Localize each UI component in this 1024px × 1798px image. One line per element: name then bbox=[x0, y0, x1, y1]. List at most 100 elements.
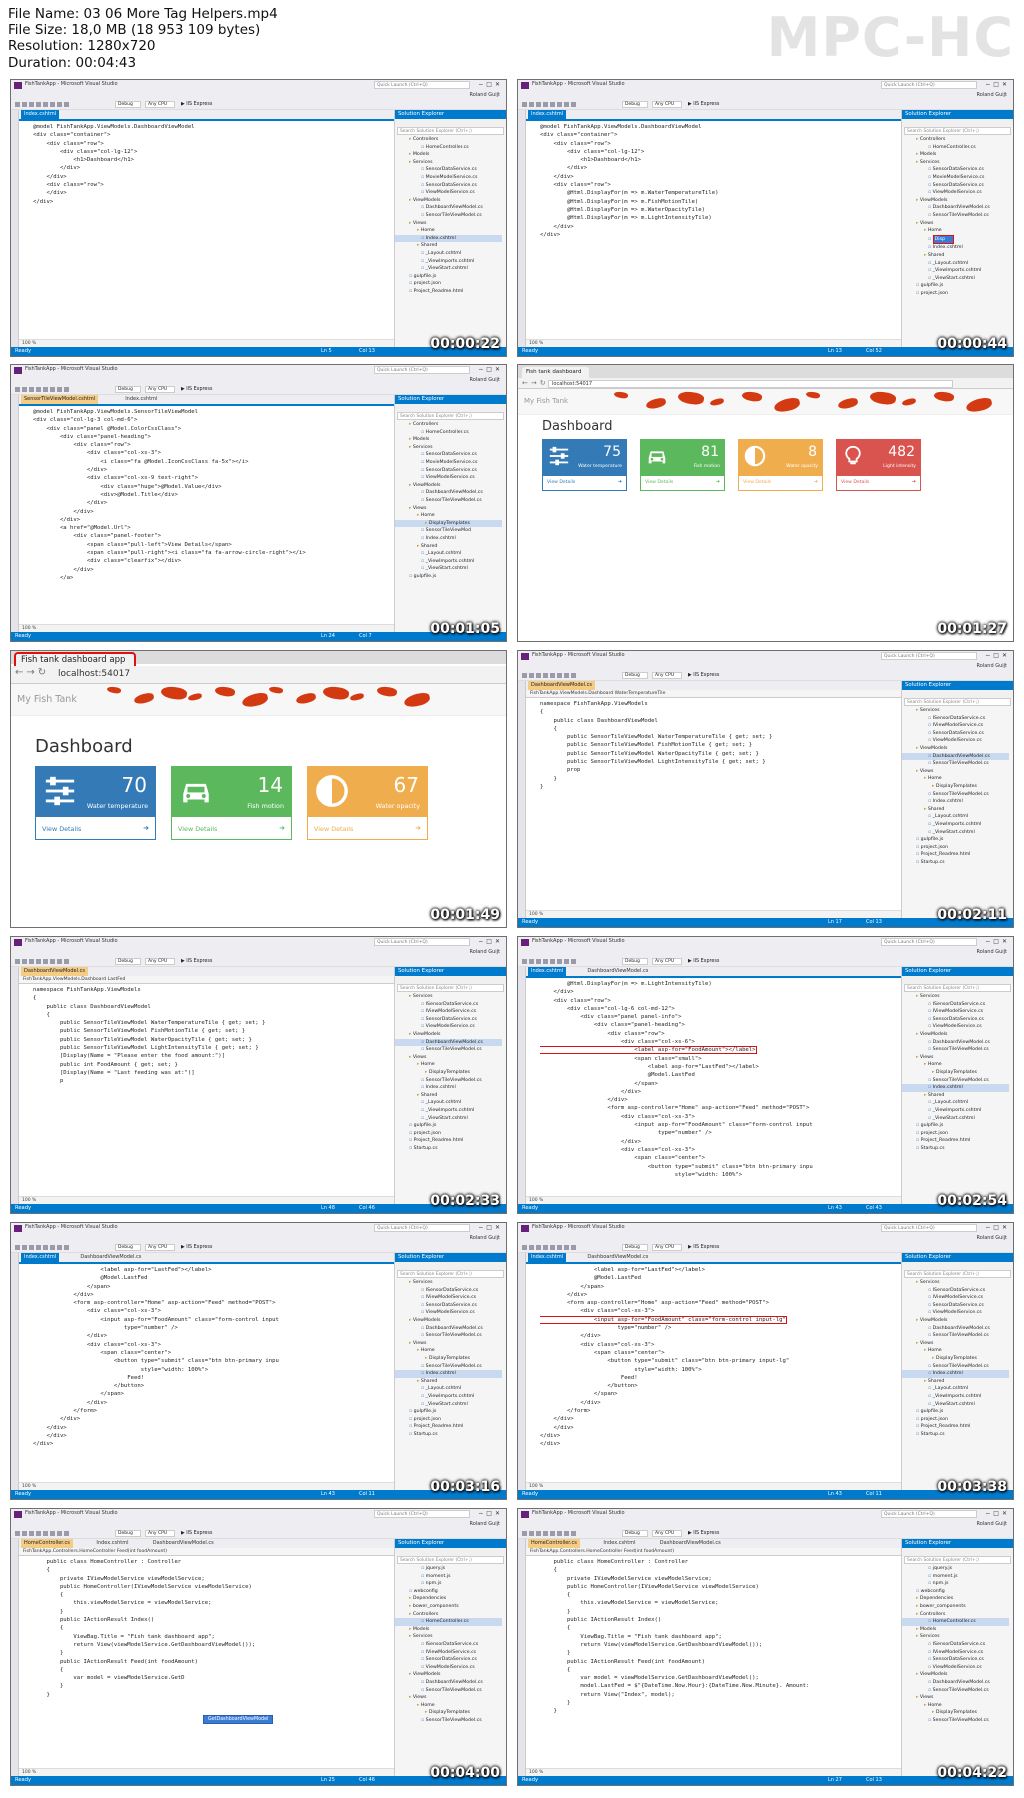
tree-item[interactable]: ▸ Views bbox=[902, 1340, 1009, 1348]
window-controls[interactable]: −□✕ bbox=[478, 1510, 503, 1517]
tree-item[interactable]: ▫ gulpfile.js bbox=[902, 1122, 1009, 1130]
tree-item[interactable]: ▫ SensorDataService.cs bbox=[902, 166, 1009, 174]
tree-item[interactable]: ▸ ViewModels bbox=[395, 197, 502, 205]
quick-launch-input[interactable]: Quick Launch (Ctrl+Q) bbox=[881, 1510, 977, 1518]
tree-item[interactable]: ▫ _Layout.cshtml bbox=[395, 550, 502, 558]
toolbar-icon[interactable] bbox=[536, 102, 541, 107]
tab-sensortileviewmodel-cshtml[interactable]: SensorTileViewModel.cshtml bbox=[21, 395, 99, 404]
tree-item[interactable]: ▫ DashboardViewModel.cs bbox=[902, 1039, 1009, 1047]
tab-dashboardviewmodel-cs[interactable]: DashboardViewModel.cs bbox=[528, 681, 595, 690]
platform-dropdown[interactable]: Any CPU bbox=[652, 1530, 682, 1537]
user-account[interactable]: Roland Guijt bbox=[470, 1521, 500, 1527]
toolbar-icon[interactable] bbox=[557, 1245, 562, 1250]
window-controls[interactable]: −□✕ bbox=[478, 938, 503, 945]
tab-index-cshtml[interactable]: Index.cshtml bbox=[21, 110, 60, 119]
zoom-level[interactable]: 100 % bbox=[526, 1196, 901, 1204]
toolbar-icon[interactable] bbox=[22, 1531, 27, 1536]
toolbar-icon[interactable] bbox=[57, 102, 62, 107]
toolbar-icon[interactable] bbox=[557, 1531, 562, 1536]
toolbar-icon[interactable] bbox=[57, 387, 62, 392]
toolbar-icon[interactable] bbox=[543, 102, 548, 107]
tree-item[interactable]: ▸ bower_components bbox=[395, 1603, 502, 1611]
tree-item[interactable]: ▸ Shared bbox=[395, 1378, 502, 1386]
tree-item[interactable]: ▸ ViewModels bbox=[902, 745, 1009, 753]
tree-item[interactable]: ▫ _ViewImports.cshtml bbox=[395, 558, 502, 566]
tree-item[interactable]: ▸ Services bbox=[395, 1279, 502, 1287]
code-editor[interactable]: @Html.DisplayFor(m => m.LightIntensityTi… bbox=[526, 976, 901, 1204]
tree-item[interactable]: ▫ Index.cshtml bbox=[902, 798, 1009, 806]
tree-item[interactable]: ▸ Models bbox=[902, 151, 1009, 159]
tree-item[interactable]: ▫ ViewModelService.cs bbox=[395, 474, 502, 482]
tree-item[interactable]: ▸ Home bbox=[902, 227, 1009, 235]
sensor-tile[interactable]: 14 Fish motion View Details ➜ bbox=[171, 766, 292, 840]
solution-search-input[interactable]: Search Solution Explorer (Ctrl+;) bbox=[904, 1270, 1011, 1278]
tree-item[interactable]: ▸ DisplayTemplates bbox=[902, 783, 1009, 791]
tree-item[interactable]: ▫ project.json bbox=[902, 844, 1009, 852]
tree-item[interactable]: ▫ DashboardViewModel.cs bbox=[902, 752, 1009, 761]
tree-item[interactable]: ▫ ViewModelService.cs bbox=[902, 189, 1009, 197]
tree-item[interactable]: ▫ gulpfile.js bbox=[902, 1408, 1009, 1416]
config-dropdown[interactable]: Debug bbox=[622, 101, 648, 108]
toolbar-icon[interactable] bbox=[64, 387, 69, 392]
quick-launch-input[interactable]: Quick Launch (Ctrl+Q) bbox=[374, 366, 470, 374]
tree-item[interactable]: ▫ HomeController.cs bbox=[395, 429, 502, 437]
toolbar-icon[interactable] bbox=[550, 1245, 555, 1250]
window-controls[interactable]: −□✕ bbox=[478, 1224, 503, 1231]
zoom-level[interactable]: 100 % bbox=[526, 1482, 901, 1490]
user-account[interactable]: Roland Guijt bbox=[977, 1521, 1007, 1527]
tree-item[interactable]: ▫ IViewModelService.cs bbox=[395, 1008, 502, 1016]
view-details-link[interactable]: View Details bbox=[547, 480, 575, 485]
quick-launch-input[interactable]: Quick Launch (Ctrl+Q) bbox=[881, 1224, 977, 1232]
toolbox-strip[interactable] bbox=[11, 967, 19, 1204]
tree-item[interactable]: ▫ ViewModelService.cs bbox=[395, 1023, 502, 1031]
tree-item[interactable]: ▫ ISensorDataService.cs bbox=[902, 1287, 1009, 1295]
toolbar-icon[interactable] bbox=[571, 673, 576, 678]
tree-item[interactable]: ▫ DashboardViewModel.cs bbox=[902, 1679, 1009, 1687]
tree-item[interactable]: ▫ gulpfile.js bbox=[395, 573, 502, 581]
tree-item[interactable]: ▸ Home bbox=[395, 1702, 502, 1710]
tree-item[interactable]: ▫ Index.cshtml bbox=[395, 1084, 502, 1092]
toolbar-icon[interactable] bbox=[43, 387, 48, 392]
tree-item[interactable]: ▸ ViewModels bbox=[902, 197, 1009, 205]
platform-dropdown[interactable]: Any CPU bbox=[652, 101, 682, 108]
tree-item[interactable]: ▫ ViewModelService.cs bbox=[395, 1664, 502, 1672]
tab-dashboardviewmodel-cs[interactable]: DashboardViewModel.cs bbox=[584, 967, 651, 976]
code-editor[interactable]: public class HomeController : Controller… bbox=[19, 1556, 394, 1776]
toolbar-icon[interactable] bbox=[36, 1531, 41, 1536]
tree-item[interactable]: ▫ _Layout.cshtml bbox=[902, 1099, 1009, 1107]
arrow-circle-right-icon[interactable]: ➜ bbox=[814, 479, 818, 485]
tree-item[interactable]: ▫ project.json bbox=[902, 1130, 1009, 1138]
tree-item[interactable]: ▫ _ViewImports.cshtml bbox=[902, 821, 1009, 829]
toolbar-icon[interactable] bbox=[529, 1531, 534, 1536]
toolbar-icon[interactable] bbox=[22, 1245, 27, 1250]
toolbar-icon[interactable] bbox=[50, 1531, 55, 1536]
config-dropdown[interactable]: Debug bbox=[622, 1244, 648, 1251]
tab-index-cshtml[interactable]: Index.cshtml bbox=[528, 1253, 567, 1262]
view-details-link[interactable]: View Details bbox=[178, 825, 217, 833]
view-details-link[interactable]: View Details bbox=[841, 480, 869, 485]
tree-item[interactable]: ▸ Home bbox=[395, 512, 502, 520]
solution-search-input[interactable]: Search Solution Explorer (Ctrl+;) bbox=[904, 127, 1011, 135]
tree-item[interactable]: ▫ _ViewStart.cshtml bbox=[395, 565, 502, 573]
user-account[interactable]: Roland Guijt bbox=[470, 92, 500, 98]
zoom-level[interactable]: 100 % bbox=[19, 1482, 394, 1490]
arrow-circle-right-icon[interactable]: ➜ bbox=[618, 479, 622, 485]
tree-item[interactable]: ▸ Shared bbox=[395, 1092, 502, 1100]
toolbar-icon[interactable] bbox=[522, 673, 527, 678]
arrow-circle-right-icon[interactable]: ➜ bbox=[143, 824, 149, 832]
tree-item[interactable]: ▫ npm.js bbox=[902, 1580, 1009, 1588]
tree-item[interactable]: ▫ SensorTileViewModel.cs bbox=[395, 497, 502, 505]
tab-homecontroller-cs[interactable]: HomeController.cs bbox=[21, 1539, 73, 1548]
tree-item[interactable]: ▫ SensorTileViewModel.cs bbox=[395, 1363, 502, 1371]
toolbar-icon[interactable] bbox=[550, 1531, 555, 1536]
tree-item[interactable]: ▫ SensorTileViewModel.cs bbox=[902, 1077, 1009, 1085]
tree-item[interactable]: ▸ Shared bbox=[902, 806, 1009, 814]
toolbar-icon[interactable] bbox=[22, 102, 27, 107]
tree-item[interactable]: ▫ npm.js bbox=[395, 1580, 502, 1588]
toolbar-icon[interactable] bbox=[50, 102, 55, 107]
tree-item[interactable]: ▫ Startup.cs bbox=[902, 1431, 1009, 1439]
toolbar-icon[interactable] bbox=[22, 959, 27, 964]
toolbar-icon[interactable] bbox=[543, 959, 548, 964]
tree-item[interactable]: ▸ Services bbox=[395, 159, 502, 167]
tree-item[interactable]: ▸ Views bbox=[395, 1694, 502, 1702]
